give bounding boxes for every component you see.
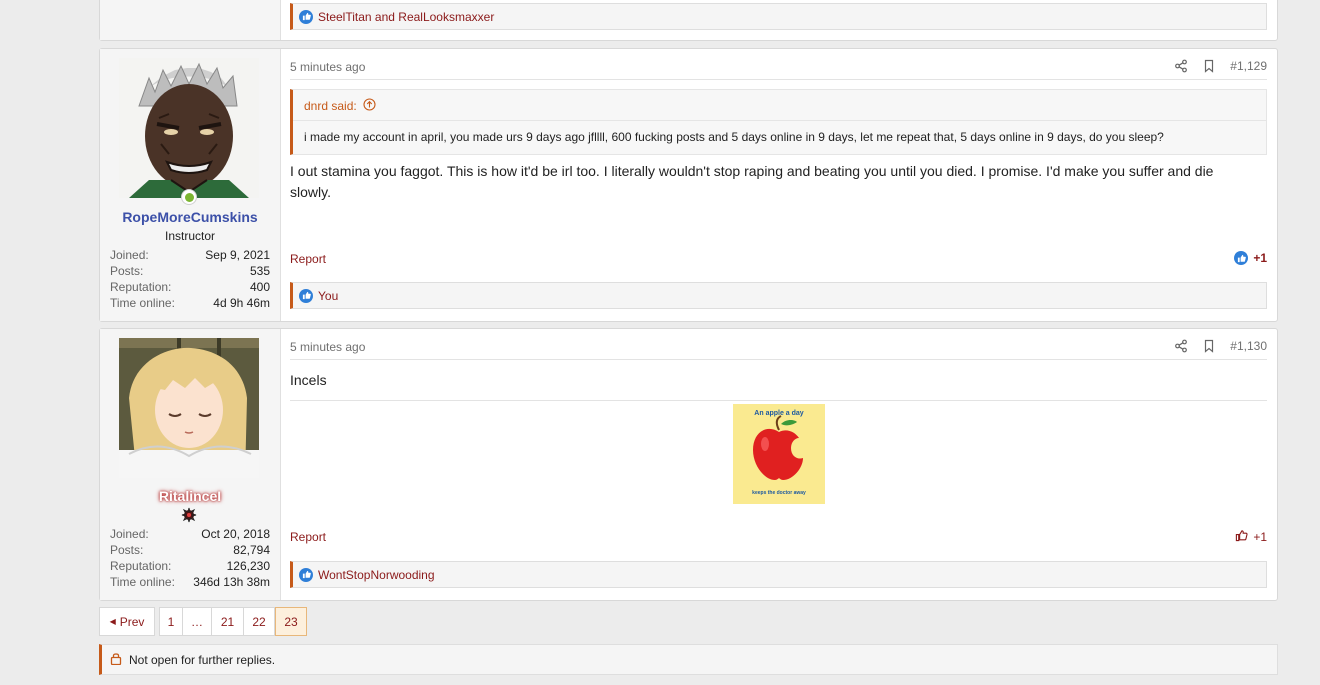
bookmark-icon[interactable]	[1202, 59, 1216, 73]
reactions-bar[interactable]: You	[290, 282, 1267, 309]
avatar[interactable]	[119, 58, 259, 198]
prev-page-button[interactable]: ◀ Prev	[99, 607, 155, 636]
post-body: I out stamina you faggot. This is how it…	[290, 163, 1214, 200]
thumbs-up-outline-icon[interactable]	[1235, 529, 1248, 545]
like-icon	[299, 567, 313, 582]
reaction-count: +1	[1253, 251, 1267, 265]
post-time[interactable]: 5 minutes ago	[290, 60, 365, 74]
post-1130: RitalinceI Joined: Oct 20, 2018 Posts: 82,…	[99, 328, 1278, 601]
share-icon[interactable]	[1174, 59, 1188, 73]
post-content: 5 minutes ago #1,129 dnrd said: i made m…	[290, 49, 1267, 321]
reactions-users[interactable]: WontStopNorwooding	[318, 568, 435, 582]
reactions-bar[interactable]: WontStopNorwooding	[290, 561, 1267, 588]
quote-block: dnrd said: i made my account in april, y…	[290, 89, 1267, 155]
like-icon	[299, 9, 313, 24]
online-status-icon	[181, 189, 197, 205]
user-stats: Joined: Oct 20, 2018 Posts: 82,794 Reputat…	[110, 526, 270, 590]
reaction-summary[interactable]: +1	[1234, 251, 1267, 265]
stat-joined: Joined: Sep 9, 2021	[110, 248, 270, 262]
page-21[interactable]: 21	[212, 607, 244, 636]
username[interactable]: RopeMoreCumskins	[100, 209, 280, 225]
stat-time-online: Time online: 4d 9h 46m	[110, 296, 270, 310]
stat-reputation: Reputation: 126,230	[110, 559, 270, 573]
notice-text: Not open for further replies.	[129, 652, 276, 667]
avatar[interactable]	[119, 338, 259, 478]
reactions-users[interactable]: You	[318, 289, 338, 303]
page-ellipsis[interactable]: …	[183, 607, 212, 636]
like-icon	[1234, 251, 1249, 265]
page-22[interactable]: 22	[244, 607, 275, 636]
page-23-current[interactable]: 23	[275, 607, 307, 636]
post-1129: RopeMoreCumskins Instructor Joined: Sep 9…	[99, 48, 1278, 322]
user-title: Instructor	[164, 229, 215, 243]
bookmark-icon[interactable]	[1202, 339, 1216, 353]
post-body: Incels	[290, 372, 327, 388]
post-number[interactable]: #1,129	[1230, 59, 1267, 73]
post-actions: #1,129	[1174, 59, 1267, 73]
reaction-summary[interactable]: +1	[1235, 529, 1267, 545]
post-content: SteelTitan and RealLooksmaxxer	[290, 0, 1267, 40]
reactions-users[interactable]: SteelTitan and RealLooksmaxxer	[318, 10, 494, 24]
reaction-count: +1	[1253, 530, 1267, 544]
stat-reputation: Reputation: 400	[110, 280, 270, 294]
report-link[interactable]: Report	[290, 252, 326, 266]
quote-author[interactable]: dnrd said:	[304, 99, 357, 113]
post-number[interactable]: #1,130	[1230, 339, 1267, 353]
username[interactable]: RitalinceI	[100, 488, 280, 504]
quote-header[interactable]: dnrd said:	[304, 98, 376, 114]
user-cell	[100, 0, 281, 40]
thread-locked-notice: Not open for further replies.	[99, 644, 1278, 675]
caret-left-icon: ◀	[109, 617, 116, 626]
user-stats: Joined: Sep 9, 2021 Posts: 535 Reputation:…	[110, 247, 270, 311]
post-fragment-top: SteelTitan and RealLooksmaxxer	[99, 0, 1278, 41]
user-cell: RitalinceI Joined: Oct 20, 2018 Posts: 82,…	[100, 329, 281, 600]
like-icon	[299, 288, 313, 303]
post-image[interactable]: An apple a day keeps the doctor away	[733, 404, 825, 504]
post-content: 5 minutes ago #1,130 Incels An apple a d…	[290, 329, 1267, 600]
image-bottom-text: keeps the doctor away	[752, 490, 806, 496]
quote-text: i made my account in april, you made urs…	[293, 120, 1266, 153]
user-cell: RopeMoreCumskins Instructor Joined: Sep 9…	[100, 49, 281, 321]
post-actions: #1,130	[1174, 339, 1267, 353]
report-link[interactable]: Report	[290, 530, 326, 544]
post-divider	[290, 400, 1267, 401]
stat-posts: Posts: 535	[110, 264, 270, 278]
arrow-up-circle-icon[interactable]	[363, 98, 376, 114]
reactions-bar[interactable]: SteelTitan and RealLooksmaxxer	[290, 3, 1267, 30]
stat-joined: Joined: Oct 20, 2018	[110, 527, 270, 541]
post-time[interactable]: 5 minutes ago	[290, 340, 365, 354]
page-1[interactable]: 1	[159, 607, 183, 636]
post-header: 5 minutes ago #1,130	[290, 339, 1267, 360]
stat-posts: Posts: 82,794	[110, 543, 270, 557]
share-icon[interactable]	[1174, 339, 1188, 353]
stat-time-online: Time online: 346d 13h 38m	[110, 575, 270, 589]
user-badge-icon	[181, 507, 197, 526]
apple-icon	[753, 415, 803, 480]
lock-icon	[110, 652, 122, 668]
post-header: 5 minutes ago #1,129	[290, 59, 1267, 80]
pagination: ◀ Prev 1 … 21 22 23	[99, 607, 307, 636]
